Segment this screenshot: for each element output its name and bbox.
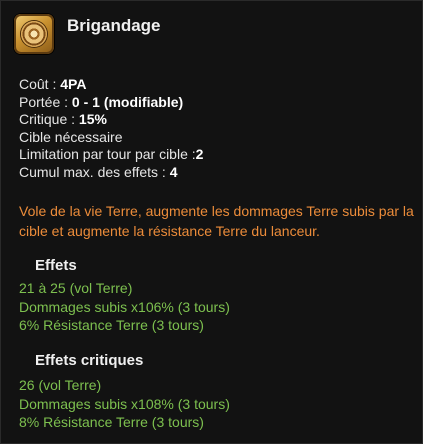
stat-label: Portée :	[19, 93, 69, 110]
stat-value: 15%	[78, 111, 107, 128]
stat-target-required: Cible nécessaire	[19, 129, 203, 147]
stat-critical: Critique : 15%	[19, 111, 203, 129]
effect-line: 8% Résistance Terre (3 tours)	[19, 414, 204, 430]
effect-line: 6% Résistance Terre (3 tours)	[19, 317, 204, 333]
spell-tooltip: Brigandage Coût : 4PA Portée : 0 - 1 (mo…	[0, 0, 423, 444]
stat-cost: Coût : 4PA	[19, 76, 203, 94]
stat-limit-per-target: Limitation par tour par cible :2	[19, 146, 203, 164]
spell-icon	[14, 14, 54, 54]
critical-effects-title: Effets critiques	[35, 352, 144, 369]
effect-line: Dommages subis x108% (3 tours)	[19, 395, 230, 412]
stat-value: 4	[169, 163, 178, 180]
stat-label: Critique :	[19, 111, 76, 128]
shield-disc-icon	[21, 21, 47, 47]
effect-line: 26 (vol Terre)	[19, 377, 102, 393]
stat-value: 2	[195, 146, 204, 163]
effect-line: Dommages subis x106% (3 tours)	[19, 298, 230, 315]
stat-range: Portée : 0 - 1 (modifiable)	[19, 94, 203, 112]
spell-stats: Coût : 4PA Portée : 0 - 1 (modifiable) C…	[19, 76, 203, 182]
critical-effects-list: 26 (vol Terre) Dommages subis x108% (3 t…	[19, 376, 230, 432]
stat-value: 0 - 1 (modifiable)	[71, 93, 184, 110]
spell-description: Vole de la vie Terre, augmente les domma…	[19, 203, 414, 239]
spell-header: Brigandage	[14, 14, 161, 54]
stat-label: Cible nécessaire	[19, 128, 123, 145]
effects-list: 21 à 25 (vol Terre) Dommages subis x106%…	[19, 279, 230, 335]
stat-value: 4PA	[60, 76, 87, 92]
stat-label: Coût :	[19, 76, 57, 92]
stat-label: Limitation par tour par cible :	[19, 146, 196, 163]
spell-name: Brigandage	[67, 16, 161, 35]
effect-line: 21 à 25 (vol Terre)	[19, 280, 133, 296]
effects-title: Effets	[35, 257, 77, 274]
stat-max-stack: Cumul max. des effets : 4	[19, 164, 203, 182]
stat-label: Cumul max. des effets :	[19, 163, 166, 180]
